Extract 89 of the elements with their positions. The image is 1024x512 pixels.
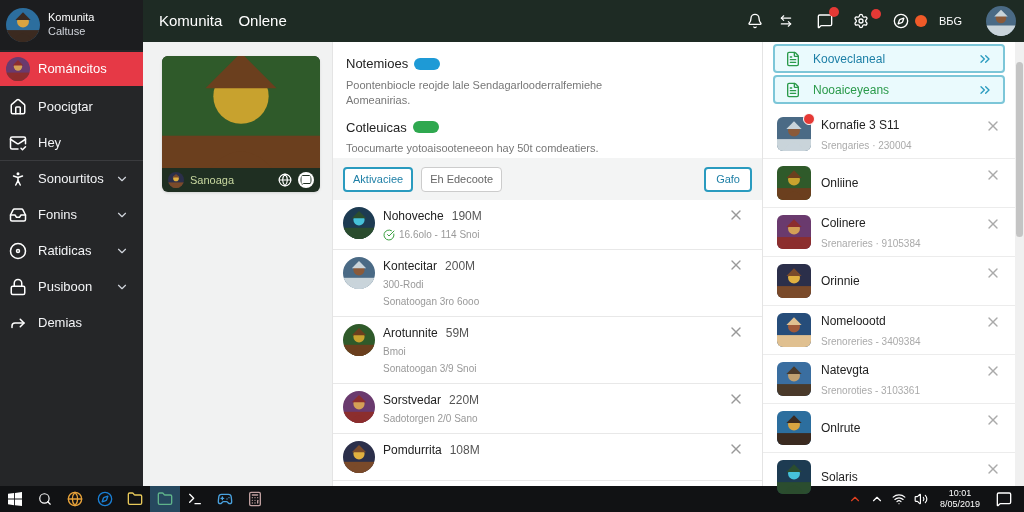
profile-subtitle: Caltuse (48, 25, 87, 39)
sidebar-icon (9, 98, 27, 116)
sidebar-item[interactable]: Hey (0, 125, 143, 161)
feed-row[interactable]: Sorstvedar 220M Sadotorgen 2/0 Sano (333, 384, 762, 434)
app-row[interactable]: Natevgta Srenoroties - 3103361 (763, 355, 1015, 404)
primary-button[interactable]: Aktivaciee (343, 166, 414, 192)
chat-icon[interactable] (298, 172, 314, 188)
app-name: Natevgta (821, 361, 871, 379)
feed-name: Arotunnite (383, 325, 438, 342)
feed-detail: 300-Rodi (383, 278, 424, 292)
settings-icon[interactable] (852, 13, 869, 29)
app-name: Nomeloootd (821, 312, 887, 330)
app-name: Onlrute (821, 420, 862, 437)
feed-detail: Sadotorgen 2/0 Sano (383, 412, 478, 426)
app-subtitle: Srengaries · 230004 (821, 138, 913, 153)
feed-detail: Sonatoogan 3ro 6ooo (383, 295, 480, 309)
game-title: Sanoaga (190, 172, 236, 188)
bell-icon[interactable] (746, 13, 763, 29)
app-row[interactable]: Nomeloootd Srenoreries - 3409384 (763, 306, 1015, 355)
section-title: Cotleuicas (346, 118, 407, 137)
feed-row[interactable]: Arotunnite 59M Bmoi Sonatoogan 3/9 Snoi (333, 317, 762, 384)
action-button[interactable]: Gafo (704, 166, 752, 192)
feed-size: 200M (445, 258, 476, 275)
feed-row[interactable]: Pomdurrita 108M (333, 434, 762, 481)
wifi-icon[interactable] (891, 492, 906, 506)
feed-name: Pomdurrita (383, 442, 442, 459)
edit-button[interactable]: Eh Edecoote (421, 166, 503, 192)
sidebar-item[interactable]: Pusiboon (0, 269, 143, 305)
section-text: Poontenbiocle reojde lale Sendagarlooderralfemiehe Aomeanirias. (346, 77, 604, 108)
app-subtitle: Srenoroties - 3103361 (821, 383, 921, 398)
feed-row[interactable]: Nohoveche 190M 16.6olo - 114 Snoi (333, 200, 762, 250)
header-subtitle: Onlene (238, 10, 287, 31)
app-row[interactable]: Onliine (763, 159, 1015, 208)
feed-size: 190M (451, 208, 482, 225)
scrollbar[interactable] (1015, 42, 1024, 486)
profile-name: Komunita (48, 11, 95, 25)
app-row[interactable]: Orinnie (763, 257, 1015, 306)
sidebar-icon (9, 133, 27, 152)
feed-detail: Sonatoogan 3/9 Snoi (383, 362, 477, 376)
terminal-icon (187, 491, 203, 507)
feed-name: Sorstvedar (383, 392, 442, 409)
feed-row[interactable]: Kontecitar 200M 300-Rodi Sonatoogan 3ro 6ooo (333, 250, 762, 317)
arrows-icon[interactable] (778, 14, 793, 28)
app-row[interactable]: Onlrute (763, 404, 1015, 453)
sidebar-item[interactable]: Románcitos (0, 52, 143, 86)
feed-name: Kontecitar (383, 258, 438, 275)
feed-detail: 16.6olo - 114 Snoi (399, 228, 480, 242)
app-name: Solaris (821, 469, 859, 486)
feed-size: 108M (449, 442, 480, 459)
sidebar-item[interactable]: Ratidicas (0, 233, 143, 269)
sidebar-icon (9, 278, 27, 296)
sidebar-icon (9, 206, 27, 224)
folder-icon (127, 491, 143, 507)
app-row[interactable]: Kornafie 3 S11 Srengaries · 230004 (763, 110, 1015, 159)
windows-icon[interactable] (8, 492, 22, 506)
feed-name: Nohoveche (383, 208, 444, 225)
document-icon (785, 81, 801, 98)
app-subtitle: Srenareries · 9105384 (821, 236, 922, 251)
sidebar-item[interactable]: Fonins (0, 197, 143, 233)
sidebar-icon (9, 242, 27, 260)
app-row[interactable]: Colinere Srenareries · 9105384 (763, 208, 1015, 257)
globe-icon[interactable] (278, 173, 292, 187)
feed-size: 59M (445, 325, 470, 342)
feed-size: 220M (449, 392, 480, 409)
search-icon[interactable] (38, 492, 52, 506)
app-name: Colinere (821, 214, 867, 232)
game-card[interactable]: Sanoaga (162, 56, 320, 192)
compass-icon[interactable] (892, 13, 909, 29)
header-title: Komunita (159, 10, 223, 31)
app-name: Onliine (821, 175, 860, 192)
section-text: Toocumarte yotoaisooteneeon hay 50t comdeatiers. (346, 141, 600, 156)
quick-link[interactable]: Kooveclaneal (773, 44, 1005, 73)
volume-icon[interactable] (913, 492, 928, 506)
notification-icon[interactable] (996, 491, 1012, 507)
message-icon[interactable] (816, 13, 833, 29)
tray-label: ВБG (938, 13, 962, 29)
section-title: Notemioes (346, 55, 409, 73)
sidebar-item[interactable]: Poocigtar (0, 89, 143, 125)
app-name: Orinnie (821, 273, 861, 290)
clock-time: 10:01 (948, 489, 972, 498)
sidebar-item[interactable]: Demias (0, 305, 143, 341)
sidebar-item[interactable]: Sonourtitos (0, 161, 143, 197)
app-subtitle: Srenoreries - 3409384 (821, 334, 922, 349)
document-icon (785, 50, 801, 67)
app-name: Kornafie 3 S11 (821, 116, 901, 134)
clock-date: 8/05/2019 (939, 500, 980, 509)
feed-detail: Bmoi (383, 345, 406, 359)
browser-icon (67, 491, 83, 507)
calculator-icon (247, 491, 263, 507)
